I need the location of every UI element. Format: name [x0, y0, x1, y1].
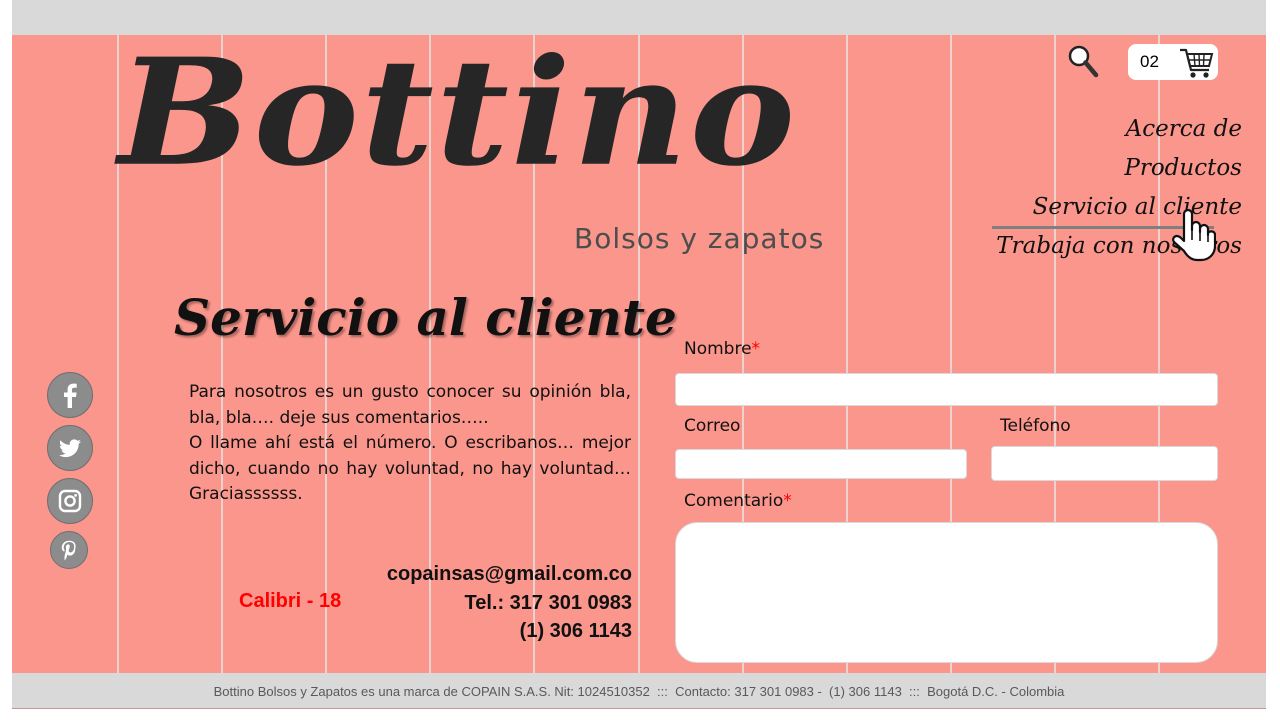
intro-paragraph: O llame ahí está el número. O escribanos…	[189, 433, 631, 504]
footer-text: Bottino Bolsos y Zapatos es una marca de…	[213, 683, 1065, 699]
contact-phone-alt: (1) 306 1143	[519, 620, 632, 642]
nav-item-acerca[interactable]: Acerca de	[996, 110, 1242, 149]
twitter-button[interactable]	[47, 425, 93, 471]
intro-paragraph: Para nosotros es un gusto conocer su opi…	[189, 382, 631, 428]
hand-pointer-icon	[1172, 208, 1216, 262]
magnifier-icon	[1068, 45, 1099, 78]
name-label: Nombre*	[684, 339, 760, 359]
footer: Bottino Bolsos y Zapatos es una marca de…	[12, 673, 1266, 709]
facebook-icon	[64, 383, 77, 408]
cart-button[interactable]: 02	[1128, 44, 1218, 80]
divider	[12, 708, 1266, 709]
search-button[interactable]	[1066, 44, 1100, 78]
instagram-icon	[58, 489, 82, 513]
pinterest-icon	[61, 540, 76, 561]
comment-label: Comentario*	[684, 491, 792, 511]
cart-count: 02	[1140, 52, 1159, 71]
name-field[interactable]	[675, 373, 1218, 406]
page-title: Servicio al cliente	[174, 288, 677, 347]
nav-item-productos[interactable]: Productos	[996, 149, 1242, 188]
email-field[interactable]	[675, 449, 967, 479]
contact-block: copainsas@gmail.com.co Tel.: 317 301 098…	[360, 560, 632, 646]
required-mark: *	[751, 339, 761, 359]
comment-field[interactable]	[675, 522, 1218, 663]
contact-phone: Tel.: 317 301 0983	[464, 591, 632, 614]
intro-text: Para nosotros es un gusto conocer su opi…	[189, 380, 631, 508]
required-mark: *	[783, 491, 792, 511]
pinterest-button[interactable]	[50, 531, 88, 569]
instagram-button[interactable]	[47, 478, 93, 524]
comment-label-text: Comentario	[684, 491, 784, 511]
shopping-cart-icon	[1180, 48, 1214, 78]
phone-field[interactable]	[991, 446, 1218, 481]
facebook-button[interactable]	[47, 372, 93, 418]
phone-label: Teléfono	[1000, 416, 1071, 436]
font-note: Calibri - 18	[239, 590, 342, 612]
twitter-icon	[59, 439, 81, 458]
brand-logo[interactable]: Bottino	[118, 40, 797, 187]
brand-tagline: Bolsos y zapatos	[574, 222, 825, 255]
email-label: Correo	[684, 416, 741, 436]
name-label-text: Nombre	[684, 339, 752, 359]
contact-email[interactable]: copainsas@gmail.com.co	[360, 560, 632, 589]
